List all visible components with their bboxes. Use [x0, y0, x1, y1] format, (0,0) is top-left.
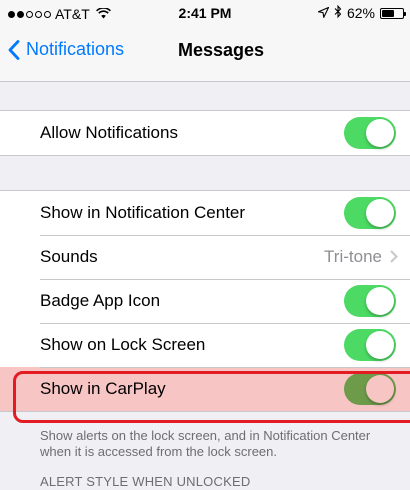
- alert-style-header: ALERT STYLE WHEN UNLOCKED: [40, 474, 251, 489]
- chevron-right-icon: [390, 247, 398, 268]
- allow-section: Allow Notifications: [0, 110, 410, 156]
- badge-app-icon-toggle[interactable]: [344, 285, 396, 317]
- lock-screen-toggle[interactable]: [344, 329, 396, 361]
- show-in-notification-center-row[interactable]: Show in Notification Center: [0, 191, 410, 235]
- settings-screen: AT&T 2:41 PM 62% Notifications Messages …: [0, 0, 410, 490]
- top-bar: AT&T 2:41 PM 62% Notifications Messages: [0, 0, 410, 82]
- allow-notifications-toggle[interactable]: [344, 117, 396, 149]
- show-in-carplay-row[interactable]: Show in CarPlay: [0, 367, 410, 411]
- battery-icon: [380, 7, 406, 19]
- navigation-bar: Notifications Messages: [0, 30, 410, 74]
- status-right: 62%: [316, 4, 406, 21]
- toggle-knob: [366, 331, 394, 359]
- location-arrow-icon: [316, 5, 330, 21]
- toggle-knob: [366, 375, 394, 403]
- sound-value: Tri-tone: [324, 247, 382, 266]
- sounds-row[interactable]: Sounds Tri-tone: [0, 235, 410, 279]
- toggle-knob: [366, 119, 394, 147]
- lock-screen-footnote: Show alerts on the lock screen, and in N…: [40, 428, 371, 459]
- back-label: Notifications: [26, 39, 125, 59]
- back-button[interactable]: Notifications: [8, 39, 124, 60]
- chevron-left-icon: [8, 39, 20, 60]
- carplay-toggle[interactable]: [344, 373, 396, 405]
- battery-percent: 62%: [346, 5, 375, 21]
- page-title: Messages: [178, 40, 265, 60]
- notification-options-section: Show in Notification Center Sounds Tri-t…: [0, 190, 410, 412]
- show-on-lock-screen-row[interactable]: Show on Lock Screen: [0, 323, 410, 367]
- battery-fill: [382, 9, 395, 17]
- badge-app-icon-row[interactable]: Badge App Icon: [0, 279, 410, 323]
- bluetooth-icon: [334, 4, 342, 21]
- toggle-knob: [366, 287, 394, 315]
- notification-center-toggle[interactable]: [344, 197, 396, 229]
- allow-notifications-row[interactable]: Allow Notifications: [0, 111, 410, 155]
- toggle-knob: [366, 199, 394, 227]
- row-label: Sounds: [40, 247, 98, 266]
- status-bar: AT&T 2:41 PM 62%: [0, 0, 410, 26]
